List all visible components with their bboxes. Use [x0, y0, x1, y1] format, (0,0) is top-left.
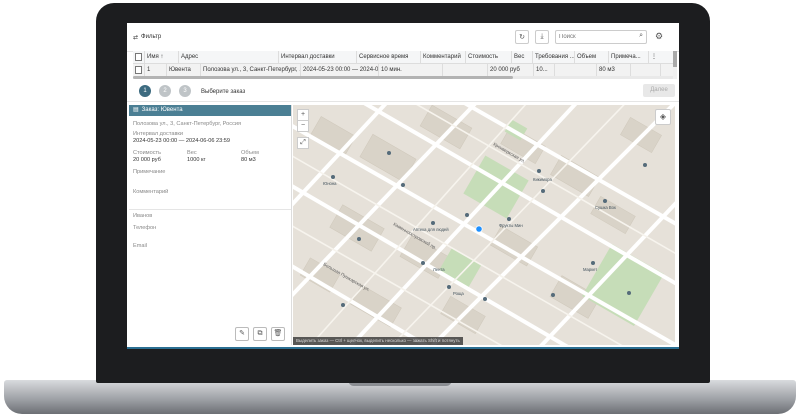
col-header-comment[interactable]: Комментарий — [421, 51, 466, 63]
col-header-volume[interactable]: Объем — [575, 51, 609, 63]
next-button[interactable]: Далее — [643, 84, 675, 97]
row-volume: 80 м3 — [597, 64, 631, 76]
order-location-marker — [475, 225, 483, 233]
poi-label: Кикимора — [533, 177, 552, 182]
search-input[interactable] — [556, 31, 632, 43]
order-address: Полозова ул., 3, Санкт-Петербург, Россия — [133, 121, 242, 127]
gear-icon[interactable]: ⚙ — [655, 31, 663, 42]
row-address: Полозова ул., 3, Санкт-Петербург, ... — [201, 64, 301, 76]
horizontal-scrollbar[interactable] — [133, 76, 673, 79]
row-service-time: 10 мин. — [379, 64, 443, 76]
fullscreen-icon[interactable]: ⤢ — [297, 137, 309, 149]
step-1[interactable]: 1 — [139, 85, 151, 97]
poi-label: Сушка Вок — [595, 205, 616, 210]
phone-label: Телефон — [133, 225, 157, 231]
row-name: Ювента — [167, 64, 201, 76]
copy-icon[interactable]: ⧉ — [253, 327, 267, 341]
column-menu-icon[interactable]: ⋮ — [649, 51, 661, 63]
cost-label: Стоимость — [133, 150, 162, 156]
comment-label: Комментарий — [133, 189, 169, 195]
col-header-weight[interactable]: Вес — [512, 51, 533, 63]
poi-label: Аптека для людей — [413, 227, 449, 232]
col-header-service-time[interactable]: Сервисное время — [357, 51, 421, 63]
edit-icon[interactable]: ✎ — [235, 327, 249, 341]
row-comment — [443, 64, 488, 76]
weight-label: Вес — [187, 150, 197, 156]
map-view[interactable]: Каменноостровский пр. Кронверкская ул. Б… — [293, 105, 675, 345]
contact-name-label: Иванов — [133, 213, 153, 219]
step-3[interactable]: 3 — [179, 85, 191, 97]
screen-bottom-bar — [127, 347, 679, 349]
poi-label: Маркет — [583, 267, 597, 272]
app-screen: ⇄ Фильтр ↻ ⤓ ⌕ ⚙ Имя ↑ Адрес Интервал до… — [127, 23, 679, 347]
col-header-address[interactable]: Адрес — [179, 51, 279, 63]
panel-title: Заказ: Ювента — [141, 107, 183, 113]
search-box[interactable]: ⌕ — [555, 30, 647, 44]
row-requirements — [555, 64, 597, 76]
row-interval: 2024-05-23 00:00 — 2024-06-0 — [301, 64, 379, 76]
step-2[interactable]: 2 — [159, 85, 171, 97]
import-icon-button[interactable]: ⤓ — [535, 30, 549, 44]
filter-label: Фильтр — [141, 34, 162, 40]
cost-value: 20 000 руб — [133, 157, 161, 163]
col-header-requirements[interactable]: Требования ... — [533, 51, 575, 63]
divider — [129, 209, 291, 210]
zoom-out-button[interactable]: − — [297, 120, 309, 132]
col-header-cost[interactable]: Стоимость — [466, 51, 512, 63]
poi-label: Роща — [453, 291, 464, 296]
order-icon: ▤ — [133, 107, 139, 113]
row-number: 1 — [145, 64, 167, 76]
weight-value: 1000 кг — [187, 157, 206, 163]
table-header: Имя ↑ Адрес Интервал доставки Сервисное … — [133, 51, 673, 64]
row-notes — [631, 64, 661, 76]
filter-button[interactable]: ⇄ Фильтр — [133, 32, 161, 42]
row-checkbox[interactable] — [133, 64, 145, 76]
select-all-checkbox[interactable] — [133, 51, 145, 63]
delete-icon[interactable]: 🗑 — [271, 327, 285, 341]
step-label: Выберите заказ — [201, 89, 246, 95]
toolbar: ⇄ Фильтр ↻ ⤓ ⌕ ⚙ — [127, 23, 679, 52]
interval-value: 2024-05-23 00:00 — 2024-06-06 23:59 — [133, 138, 231, 144]
volume-value: 80 м3 — [241, 157, 256, 163]
note-label: Примечание — [133, 169, 166, 175]
col-header-name[interactable]: Имя ↑ — [145, 51, 179, 63]
poi-label: Юнона — [323, 181, 337, 186]
stepper: 1 2 3 Выберите заказ Далее — [127, 81, 679, 102]
vertical-scrollbar[interactable] — [673, 51, 677, 79]
col-header-interval[interactable]: Интервал доставки — [279, 51, 357, 63]
poi-label: Лента — [433, 267, 445, 272]
interval-label: Интервал доставки — [133, 131, 183, 137]
email-label: Email — [133, 243, 147, 249]
search-icon[interactable]: ⌕ — [639, 32, 643, 40]
col-header-notes[interactable]: Примеча... — [609, 51, 649, 63]
route-icon-button[interactable]: ↻ — [515, 30, 529, 44]
layers-icon[interactable]: ◈ — [655, 109, 671, 125]
row-cost: 20 000 руб — [488, 64, 534, 76]
table-row[interactable]: 1 Ювента Полозова ул., 3, Санкт-Петербур… — [133, 64, 673, 76]
volume-label: Объем — [241, 150, 259, 156]
map-canvas[interactable]: Каменноостровский пр. Кронверкская ул. Б… — [293, 105, 675, 345]
row-weight: 10... — [534, 64, 555, 76]
order-details-panel: ▤ Заказ: Ювента Полозова ул., 3, Санкт-П… — [129, 105, 292, 345]
map-hint: Выделить заказ — Ctrl + щелчок, выделить… — [293, 337, 463, 345]
filter-icon: ⇄ — [133, 34, 139, 41]
panel-header: ▤ Заказ: Ювента — [129, 105, 291, 116]
poi-label: Фрукты Мин — [499, 223, 523, 228]
